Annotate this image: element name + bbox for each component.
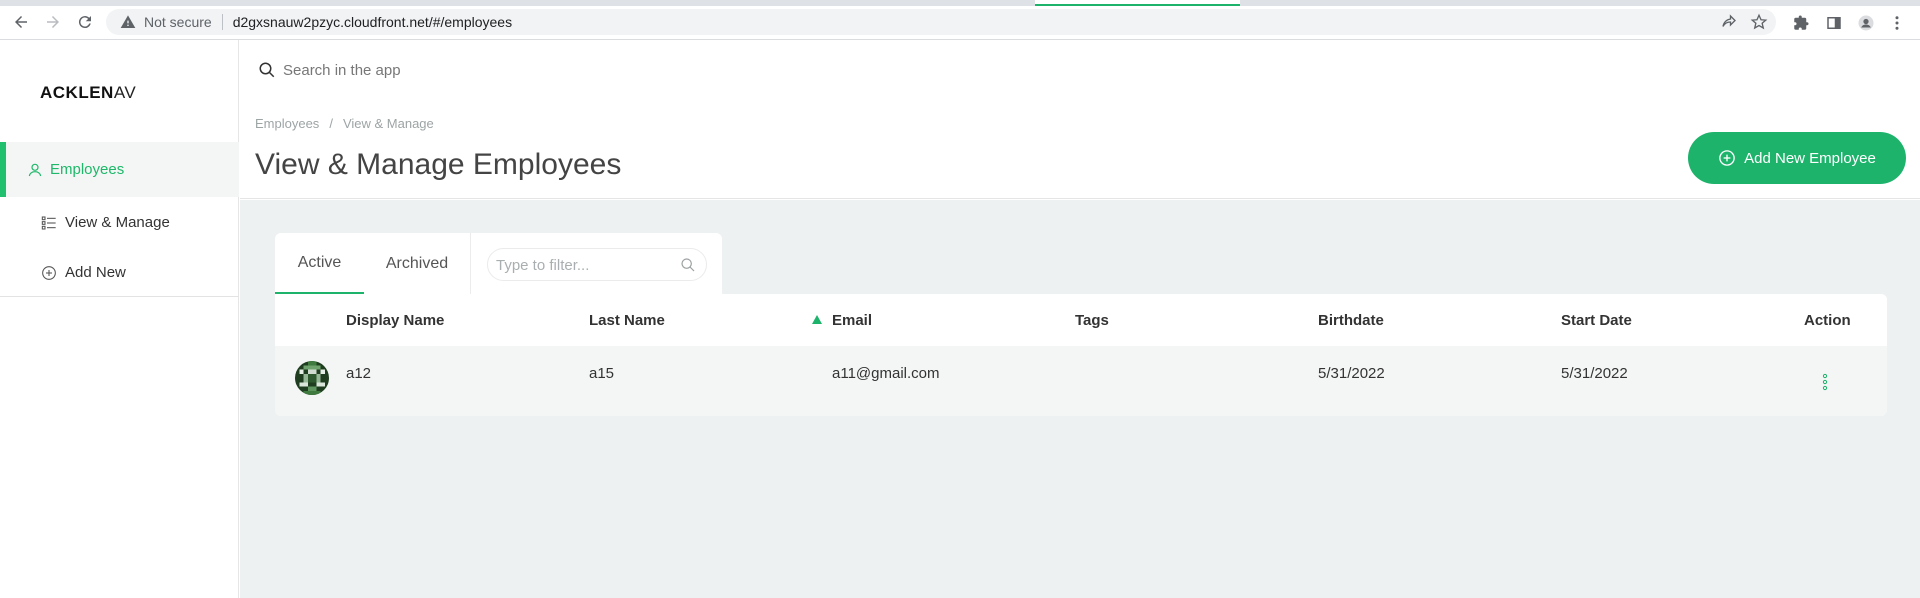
column-header-last-name[interactable]: Last Name <box>589 312 665 329</box>
tab-active[interactable]: Active <box>275 233 364 294</box>
user-icon <box>28 163 42 177</box>
security-label: Not secure <box>144 14 212 30</box>
table-header: Display Name Last Name Email Tags Birthd… <box>275 294 1887 346</box>
profile-button[interactable] <box>1856 13 1876 33</box>
side-panel-button[interactable] <box>1824 13 1844 33</box>
profile-icon <box>1858 15 1874 31</box>
column-header-birthdate[interactable]: Birthdate <box>1318 312 1384 329</box>
column-header-tags[interactable]: Tags <box>1075 312 1109 329</box>
search-input[interactable] <box>283 58 683 82</box>
kebab-menu-icon <box>1895 16 1899 30</box>
filter-input[interactable] <box>496 254 666 276</box>
breadcrumb-separator: / <box>329 116 333 131</box>
plus-circle-icon <box>1719 150 1735 166</box>
row-actions-icon[interactable] <box>1822 373 1828 391</box>
side-panel-icon <box>1827 17 1841 29</box>
logo-text-light: AV <box>113 83 137 102</box>
active-indicator <box>0 142 6 197</box>
sidebar-item-employees[interactable]: Employees <box>0 142 239 197</box>
cell-last-name: a15 <box>589 365 615 382</box>
sidebar: ACKLENAV Employees View & Manage Add New <box>0 40 239 598</box>
list-icon <box>41 216 56 230</box>
plus-circle-icon <box>42 266 56 280</box>
sidebar-item-label: View & Manage <box>65 214 170 231</box>
reload-icon <box>78 16 91 29</box>
main-content: Active Archived Display Name Last Name E… <box>240 200 1920 598</box>
add-new-employee-button[interactable]: Add New Employee <box>1688 132 1906 184</box>
star-icon[interactable] <box>1750 13 1768 31</box>
sidebar-divider <box>0 296 239 297</box>
url-text[interactable]: d2gxsnauw2pzyc.cloudfront.net/#/employee… <box>233 14 512 30</box>
cell-start-date: 5/31/2022 <box>1561 365 1628 382</box>
column-header-display-name[interactable]: Display Name <box>346 312 444 329</box>
arrow-right-icon <box>47 16 59 28</box>
arrow-left-icon <box>15 16 27 28</box>
address-divider <box>221 14 223 30</box>
cell-birthdate: 5/31/2022 <box>1318 365 1385 382</box>
page-header: Employees / View & Manage View & Manage … <box>240 108 1920 199</box>
extensions-button[interactable] <box>1791 13 1811 33</box>
column-header-email[interactable]: Email <box>832 312 872 329</box>
chrome-menu-button[interactable] <box>1887 13 1907 33</box>
employees-table: Display Name Last Name Email Tags Birthd… <box>275 294 1887 416</box>
reload-button[interactable] <box>70 6 100 38</box>
column-header-action: Action <box>1804 312 1851 329</box>
app-search-bar <box>240 40 1920 108</box>
tabs-bar: Active Archived <box>275 233 722 294</box>
search-icon <box>681 258 695 272</box>
share-icon[interactable] <box>1720 13 1738 31</box>
sidebar-item-label: Employees <box>50 161 125 178</box>
add-new-employee-label: Add New Employee <box>1744 149 1876 167</box>
page-title: View & Manage Employees <box>255 148 622 181</box>
avatar <box>295 361 329 395</box>
table-row[interactable]: a12 a15 a11@gmail.com 5/31/2022 5/31/202… <box>275 346 1887 416</box>
breadcrumb: Employees / View & Manage <box>255 116 434 131</box>
forward-button[interactable] <box>38 6 68 38</box>
filter-box <box>487 248 707 281</box>
sidebar-item-add-new[interactable]: Add New <box>0 253 239 293</box>
puzzle-icon <box>1794 15 1809 30</box>
sidebar-item-label: Add New <box>65 264 126 281</box>
browser-toolbar: Not secure d2gxsnauw2pzyc.cloudfront.net… <box>0 6 1920 38</box>
sidebar-item-view-manage[interactable]: View & Manage <box>0 203 239 243</box>
search-icon <box>259 62 275 78</box>
cell-email: a11@gmail.com <box>832 365 940 382</box>
breadcrumb-view-manage: View & Manage <box>342 116 434 131</box>
address-bar[interactable]: Not secure d2gxsnauw2pzyc.cloudfront.net… <box>106 9 1776 35</box>
back-button[interactable] <box>6 6 36 38</box>
sort-ascending-icon[interactable] <box>811 314 823 326</box>
logo[interactable]: ACKLENAV <box>40 83 136 103</box>
breadcrumb-employees[interactable]: Employees <box>255 116 319 131</box>
warning-icon <box>120 15 136 28</box>
logo-text-bold: ACKLEN <box>40 83 114 102</box>
column-header-start-date[interactable]: Start Date <box>1561 312 1632 329</box>
tab-archived[interactable]: Archived <box>364 233 471 294</box>
cell-display-name: a12 <box>346 365 372 382</box>
